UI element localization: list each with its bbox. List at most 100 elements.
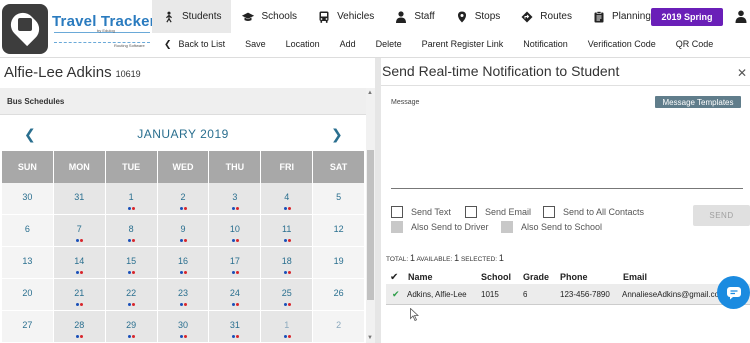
calendar-grid: SUN MON TUE WED THU FRI SAT 30 31 1 2 3 4 5 6 7 8 9 10 11 1… xyxy=(2,151,364,343)
calendar-day-cell[interactable]: 28 xyxy=(53,311,105,343)
location-button[interactable]: Location xyxy=(276,39,330,49)
delete-button[interactable]: Delete xyxy=(366,39,412,49)
blue-schedule-dot xyxy=(283,335,287,338)
calendar-day-cell[interactable]: 22 xyxy=(105,279,157,311)
calendar-day-cell[interactable]: 4 xyxy=(261,183,313,215)
calendar-day-cell[interactable]: 17 xyxy=(209,247,261,279)
tab-staff[interactable]: Staff xyxy=(384,0,444,33)
schedule-indicator-dots xyxy=(179,271,187,274)
schedule-indicator-dots xyxy=(283,239,291,242)
student-name: Alfie-Lee Adkins xyxy=(4,63,112,81)
travel-tracker-logo[interactable]: Travel Tracker by Edulog Routing Softwar… xyxy=(2,4,156,56)
send-all-contacts-checkbox[interactable]: Send to All Contacts xyxy=(543,206,644,218)
calendar-day-cell[interactable]: 14 xyxy=(53,247,105,279)
send-text-checkbox[interactable]: Send Text xyxy=(391,206,451,218)
day-of-week-header: SUN MON TUE WED THU FRI SAT xyxy=(2,151,364,183)
notification-button[interactable]: Notification xyxy=(513,39,578,49)
parent-register-link-button[interactable]: Parent Register Link xyxy=(412,39,514,49)
calendar-day-cell[interactable]: 2 xyxy=(157,183,209,215)
also-send-school-checkbox[interactable]: Also Send to School xyxy=(501,221,602,233)
calendar-header: ❮ JANUARY 2019 ❯ xyxy=(0,117,366,151)
tab-planning[interactable]: Planning xyxy=(582,0,661,33)
calendar-day-cell[interactable]: 21 xyxy=(53,279,105,311)
also-send-driver-label: Also Send to Driver xyxy=(411,222,489,232)
calendar-day-cell[interactable]: 16 xyxy=(157,247,209,279)
calendar-day-cell[interactable]: 15 xyxy=(105,247,157,279)
tab-vehicles[interactable]: Vehicles xyxy=(307,0,384,33)
calendar-day-cell[interactable]: 19 xyxy=(313,247,364,279)
calendar-day-cell[interactable]: 12 xyxy=(313,215,364,247)
schedule-indicator-dots xyxy=(128,303,136,306)
calendar-day-cell[interactable]: 8 xyxy=(105,215,157,247)
calendar-day-cell[interactable]: 6 xyxy=(2,215,53,247)
send-button[interactable]: SEND xyxy=(693,205,750,226)
calendar-day-number: 27 xyxy=(22,320,33,330)
calendar-day-cell[interactable]: 3 xyxy=(209,183,261,215)
user-account-icon[interactable] xyxy=(735,10,747,23)
calendar-day-cell[interactable]: 10 xyxy=(209,215,261,247)
calendar-day-number: 30 xyxy=(22,192,33,202)
calendar-day-cell[interactable]: 1 xyxy=(105,183,157,215)
table-row[interactable]: ✔ Adkins, Alfie-Lee 1015 6 123-456-7890 … xyxy=(386,284,750,304)
tab-routes[interactable]: Routes xyxy=(510,0,582,33)
red-schedule-dot xyxy=(183,207,187,210)
scroll-up-icon[interactable]: ▲ xyxy=(367,90,373,96)
calendar-day-cell[interactable]: 20 xyxy=(2,279,53,311)
save-button[interactable]: Save xyxy=(235,39,276,49)
add-button[interactable]: Add xyxy=(330,39,366,49)
calendar-day-cell[interactable]: 31 xyxy=(209,311,261,343)
tab-planning-label: Planning xyxy=(611,11,651,22)
calendar-day-cell[interactable]: 29 xyxy=(105,311,157,343)
blue-schedule-dot xyxy=(76,271,80,274)
cell-phone: 123-456-7890 xyxy=(560,289,610,299)
blue-schedule-dot xyxy=(283,239,287,242)
calendar-day-cell[interactable]: 30 xyxy=(2,183,53,215)
season-selector-button[interactable]: 2019 Spring xyxy=(651,8,723,26)
bus-schedules-header[interactable]: Bus Schedules xyxy=(0,88,366,115)
back-to-list-link[interactable]: ❮ Back to List xyxy=(152,39,235,50)
graduation-cap-icon xyxy=(242,12,255,21)
calendar-day-cell[interactable]: 23 xyxy=(157,279,209,311)
send-email-checkbox[interactable]: Send Email xyxy=(465,206,531,218)
red-schedule-dot xyxy=(235,303,239,306)
calendar-day-cell[interactable]: 18 xyxy=(261,247,313,279)
day-of-week-label: SAT xyxy=(313,151,364,183)
left-pane-scrollbar[interactable]: ▲ ▼ xyxy=(366,88,375,343)
notification-panel: Send Real-time Notification to Student ✕… xyxy=(381,58,750,343)
calendar-day-cell[interactable]: 1 xyxy=(261,311,313,343)
verification-code-button[interactable]: Verification Code xyxy=(578,39,666,49)
scroll-down-icon[interactable]: ▼ xyxy=(367,335,373,341)
calendar-day-cell[interactable]: 9 xyxy=(157,215,209,247)
tab-schools[interactable]: Schools xyxy=(231,0,307,33)
schedule-indicator-dots xyxy=(76,335,84,338)
calendar-day-cell[interactable]: 24 xyxy=(209,279,261,311)
message-templates-button[interactable]: Message Templates xyxy=(655,96,741,108)
tab-stops[interactable]: Stops xyxy=(445,0,511,33)
message-label: Message xyxy=(391,99,420,106)
calendar-day-number: 24 xyxy=(229,288,240,298)
scroll-thumb[interactable] xyxy=(367,150,374,300)
message-input[interactable] xyxy=(391,111,743,189)
calendar-day-cell[interactable]: 25 xyxy=(261,279,313,311)
red-schedule-dot xyxy=(287,271,291,274)
calendar-day-cell[interactable]: 5 xyxy=(313,183,364,215)
calendar-day-cell[interactable]: 26 xyxy=(313,279,364,311)
tab-students[interactable]: Students xyxy=(152,0,232,33)
chat-support-button[interactable] xyxy=(717,276,750,309)
back-to-list-label: Back to List xyxy=(178,39,226,49)
qr-code-button[interactable]: QR Code xyxy=(666,39,724,49)
calendar-day-cell[interactable]: 31 xyxy=(53,183,105,215)
calendar-day-cell[interactable]: 30 xyxy=(157,311,209,343)
calendar-day-cell[interactable]: 7 xyxy=(53,215,105,247)
calendar-day-cell[interactable]: 2 xyxy=(313,311,364,343)
logo-by: by Edulog xyxy=(97,28,115,33)
calendar-day-cell[interactable]: 13 xyxy=(2,247,53,279)
calendar-day-cell[interactable]: 27 xyxy=(2,311,53,343)
next-month-icon[interactable]: ❯ xyxy=(331,126,345,142)
close-icon[interactable]: ✕ xyxy=(737,66,747,80)
calendar-day-cell[interactable]: 11 xyxy=(261,215,313,247)
red-schedule-dot xyxy=(132,207,136,210)
also-send-driver-checkbox[interactable]: Also Send to Driver xyxy=(391,221,489,233)
row-checkbox[interactable]: ✔ xyxy=(392,284,400,304)
calendar-day-number: 14 xyxy=(74,256,85,266)
